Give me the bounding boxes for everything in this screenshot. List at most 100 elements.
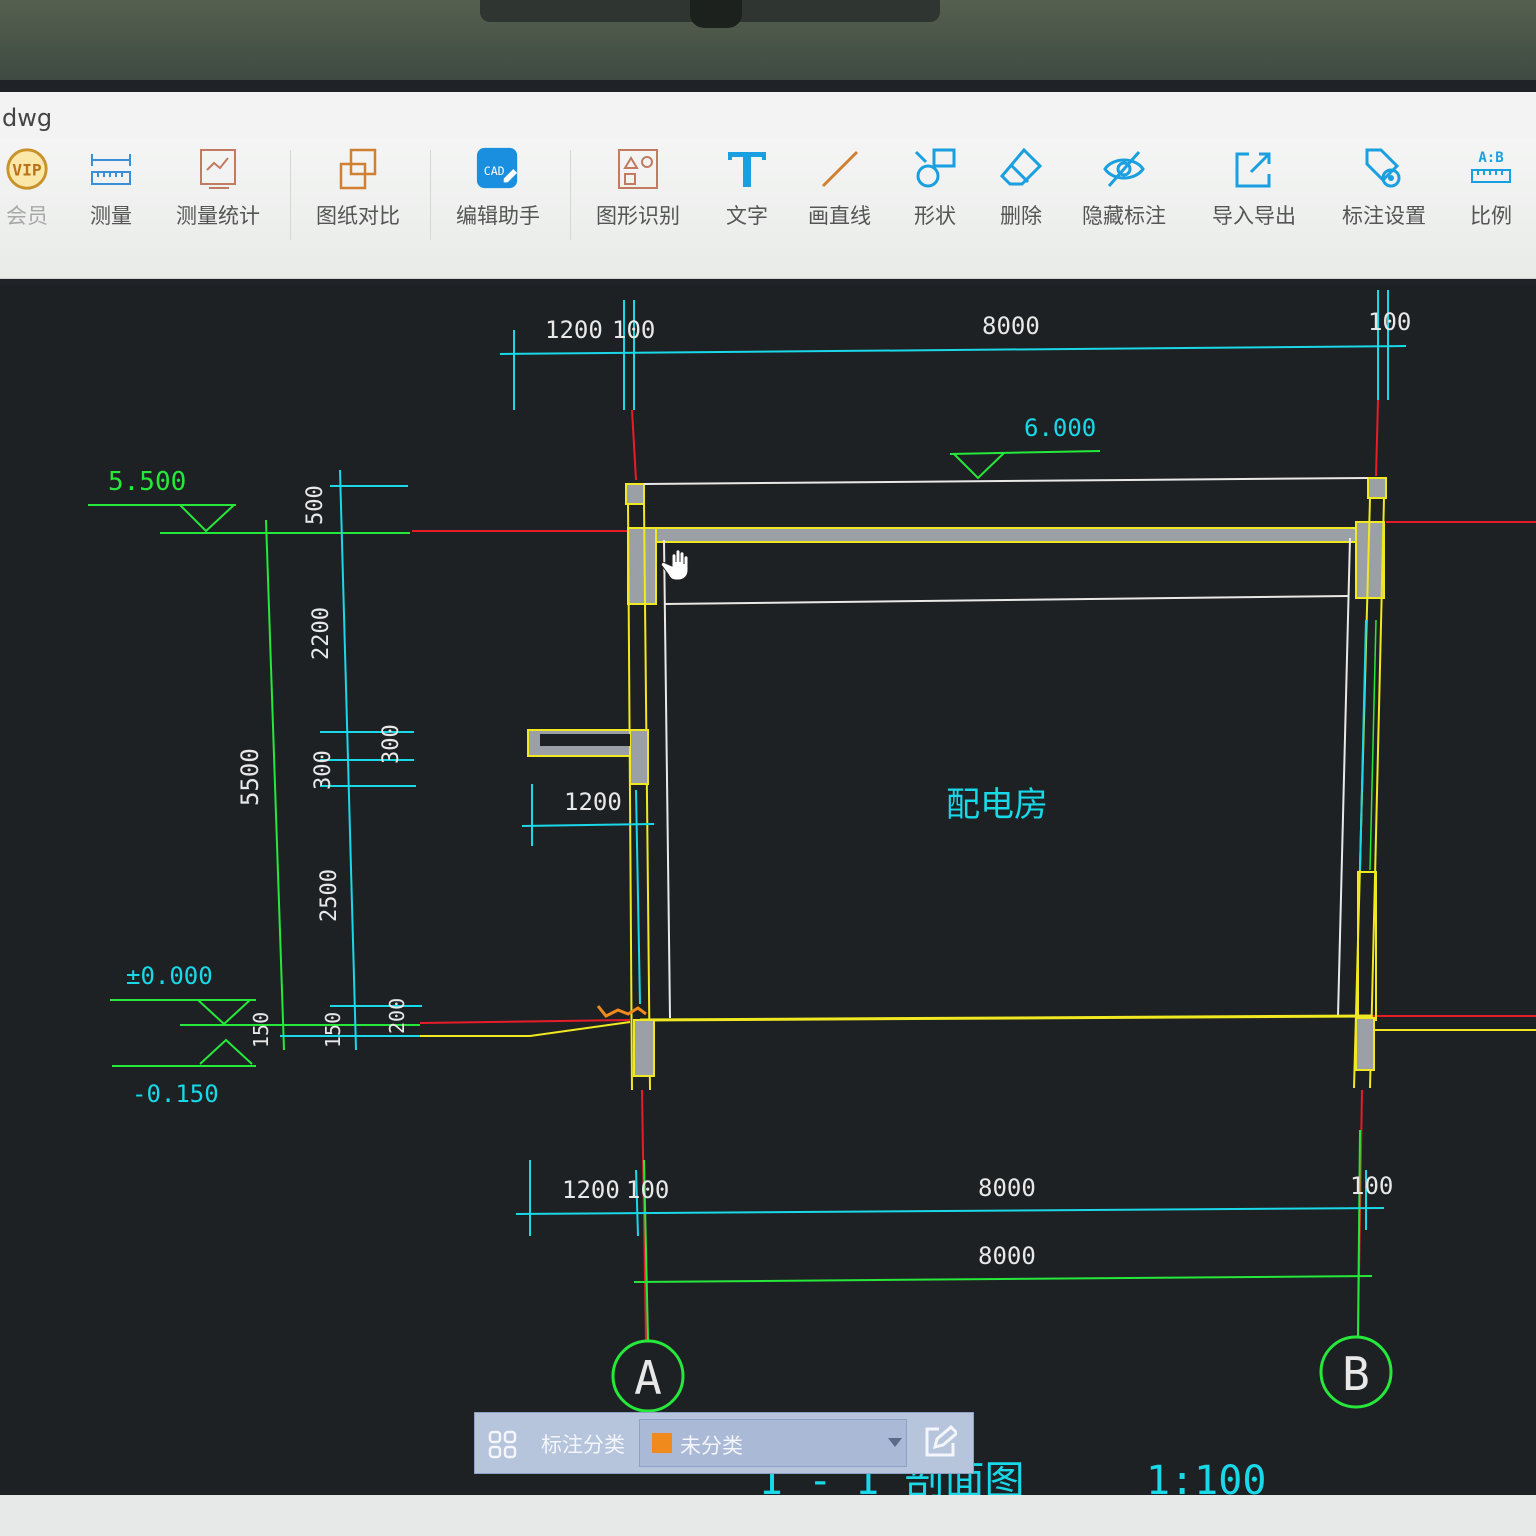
toolbar-item-scale[interactable]: A:B 比例 (1468, 146, 1514, 230)
bottom-dim-100-left: 100 (626, 1176, 669, 1204)
toolbar-separator (290, 150, 291, 240)
measure-statistics-icon (195, 146, 241, 192)
top-dim-8000: 8000 (982, 312, 1040, 340)
bottom-dim-8000-b: 8000 (978, 1242, 1036, 1270)
toolbar-item-import-export[interactable]: 导入导出 (1212, 146, 1296, 230)
canopy-dim-1200: 1200 (564, 788, 622, 816)
drawing-compare-icon (335, 146, 381, 192)
toolbar-label: 图形识别 (596, 204, 680, 228)
toolbar-item-vip[interactable]: VIP 会员 (4, 146, 50, 230)
left-dim-200: 200 (385, 998, 409, 1034)
category-color-swatch (652, 1433, 672, 1453)
toolbar-item-shape-recognition[interactable]: 图形识别 (596, 146, 680, 230)
taskbar (0, 1495, 1536, 1536)
toolbar-separator (570, 150, 571, 240)
left-dim-150-a: 150 (249, 1012, 273, 1048)
toolbar-label: 画直线 (808, 204, 871, 228)
left-elevation-marker-top (88, 504, 410, 534)
left-dim-500: 500 (303, 485, 328, 525)
top-dimension-line (499, 290, 1407, 410)
left-dim-2500: 2500 (317, 869, 342, 922)
category-grid-icon[interactable] (487, 1429, 519, 1465)
left-dim-300-a: 300 (311, 750, 336, 790)
bottom-dim-8000-a: 8000 (978, 1174, 1036, 1202)
bottom-dimension-line-2 (633, 1275, 1373, 1283)
shape-tool-icon (912, 146, 958, 192)
vip-badge-icon: VIP (4, 146, 50, 192)
room-label: 配电房 (946, 785, 1048, 825)
scale-ratio-icon: A:B (1468, 146, 1514, 192)
toolbar-label: 会员 (6, 204, 48, 228)
toolbar-item-delete[interactable]: 删除 (998, 146, 1044, 230)
left-dim-150-b: 150 (321, 1012, 345, 1048)
text-tool-icon (724, 146, 770, 192)
building-section (527, 477, 1387, 1091)
toolbar-item-measure[interactable]: 测量 (88, 146, 134, 230)
import-export-icon (1231, 146, 1277, 192)
annotation-settings-icon (1361, 146, 1407, 192)
elevation-0000: ±0.000 (126, 962, 213, 990)
cad-edit-assistant-icon: CAD (475, 146, 521, 192)
bottom-dim-100-right: 100 (1350, 1172, 1393, 1200)
toolbar-label: 文字 (726, 204, 768, 228)
toolbar-item-measure-statistics[interactable]: 测量统计 (176, 146, 260, 230)
scale-ab-text: A:B (1478, 150, 1503, 166)
toolbar-item-drawing-compare[interactable]: 图纸对比 (316, 146, 400, 230)
cad-icon-text: CAD (484, 164, 505, 178)
ruler-measure-icon (88, 146, 134, 192)
left-dim-2200: 2200 (309, 607, 334, 660)
vip-badge-text: VIP (12, 161, 42, 180)
elevation-6000: 6.000 (1024, 414, 1096, 442)
drawing-scale: 1:100 (1146, 1458, 1266, 1495)
category-select[interactable]: 未分类 (639, 1419, 907, 1467)
left-floor-red-line (419, 1019, 631, 1024)
toolbar-label: 隐藏标注 (1082, 204, 1166, 228)
elevation-minus-0150: -0.150 (132, 1080, 219, 1108)
cad-drawing[interactable]: 1200 100 8000 100 6.000 5.500 ±0.000 -0.… (0, 285, 1536, 1504)
toolbar-item-shape[interactable]: 形状 (912, 146, 958, 230)
roof-elevation-marker (949, 450, 1101, 480)
toolbar-label: 编辑助手 (456, 204, 540, 228)
hide-annotation-icon (1101, 146, 1147, 192)
left-dim-300-b: 300 (379, 724, 404, 764)
chevron-down-icon[interactable] (888, 1438, 902, 1447)
webcam (690, 0, 742, 28)
cad-canvas[interactable]: 1200 100 8000 100 6.000 5.500 ±0.000 -0.… (0, 285, 1536, 1504)
toolbar-label: 删除 (1000, 204, 1042, 228)
left-vertical-dimensions (265, 469, 430, 1051)
toolbar-separator (430, 150, 431, 240)
axis-label-b: B (1342, 1347, 1370, 1401)
axis-line-b-top (1375, 399, 1379, 477)
category-label: 标注分类 (541, 1433, 625, 1457)
toolbar-label: 导入导出 (1212, 204, 1296, 228)
axis-line-b-green (1357, 1129, 1361, 1337)
toolbar-item-hide-annotation[interactable]: 隐藏标注 (1082, 146, 1166, 230)
axis-label-a: A (634, 1351, 662, 1405)
axis-line-a-top (631, 409, 637, 481)
toolbar-item-edit-assistant[interactable]: CAD 编辑助手 (456, 146, 540, 230)
toolbar-label: 测量统计 (176, 204, 260, 228)
top-dim-1200: 1200 (545, 316, 603, 344)
draw-line-icon (817, 146, 863, 192)
annotation-category-bar: 标注分类 未分类 (474, 1412, 974, 1474)
left-dim-5500: 5500 (236, 748, 264, 806)
toolbar-item-draw-line[interactable]: 画直线 (808, 146, 871, 230)
toolbar-item-annotation-settings[interactable]: 标注设置 (1342, 146, 1426, 230)
bottom-dim-1200: 1200 (562, 1176, 620, 1204)
toolbar-label: 形状 (914, 204, 956, 228)
left-ground-yellow-line (420, 1021, 631, 1037)
window-title: dwg (2, 104, 53, 132)
toolbar-label: 测量 (90, 204, 132, 228)
top-dim-100-left: 100 (612, 316, 655, 344)
elevation-5500: 5.500 (108, 467, 186, 497)
toolbar-item-text[interactable]: 文字 (724, 146, 770, 230)
toolbar-label: 标注设置 (1342, 204, 1426, 228)
edit-category-icon[interactable] (923, 1424, 960, 1463)
title-bar (0, 92, 1536, 138)
toolbar-label: 图纸对比 (316, 204, 400, 228)
shape-recognition-icon (615, 146, 661, 192)
toolbar-label: 比例 (1470, 204, 1512, 228)
eraser-icon (998, 146, 1044, 192)
category-selected-value: 未分类 (680, 1434, 743, 1458)
top-dim-100-right: 100 (1368, 308, 1411, 336)
